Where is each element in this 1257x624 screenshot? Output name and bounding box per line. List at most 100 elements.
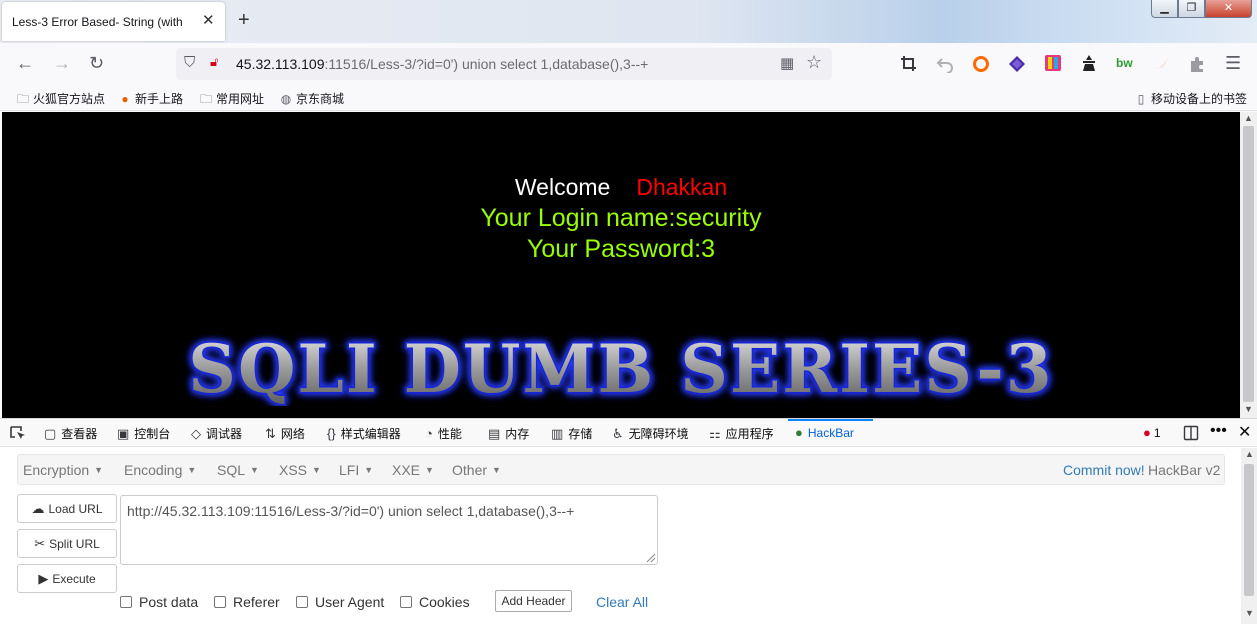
- welcome-line: Welcome Dhakkan: [2, 174, 1240, 201]
- sql-menu[interactable]: SQL ▼: [217, 462, 259, 478]
- bookmark-item[interactable]: ● 新手上路: [118, 90, 183, 107]
- back-icon[interactable]: ←: [16, 53, 34, 73]
- hackbar-scrollbar[interactable]: ▲ ▼: [1241, 448, 1257, 624]
- cookies-checkbox[interactable]: Cookies: [400, 594, 470, 610]
- scroll-up-arrow-icon[interactable]: ▲: [1245, 449, 1254, 459]
- url-bar[interactable]: ⛉ 🔓︎ 45.32.113.109:11516/Less-3/?id=0') …: [176, 48, 832, 80]
- tab-hackbar[interactable]: ● HackBar: [795, 425, 854, 440]
- caret-down-icon: ▼: [364, 465, 374, 475]
- url-textarea[interactable]: http://45.32.113.109:11516/Less-3/?id=0'…: [120, 495, 658, 565]
- scroll-up-arrow-icon[interactable]: ▲: [1244, 113, 1253, 123]
- referer-checkbox[interactable]: Referer: [214, 594, 280, 610]
- split-url-button[interactable]: ✂ Split URL: [17, 529, 117, 558]
- browser-tab[interactable]: Less-3 Error Based- String (with ✕: [2, 2, 225, 41]
- scroll-down-arrow-icon[interactable]: ▼: [1244, 404, 1253, 414]
- insecure-lock-icon[interactable]: 🔓︎: [210, 54, 218, 70]
- maximize-button[interactable]: ❐: [1178, 0, 1205, 18]
- bookmark-item[interactable]: 🗀︎ 火狐官方站点: [16, 90, 105, 111]
- devtools-tabbar: ▢ 查看器 ▣ 控制台 ◇ 调试器 ⇅ 网络 {} 样式编辑器 ◔ 性能 ▤ 内存 ▥ 存储 ♿…: [0, 419, 1257, 447]
- puzzle-extension-icon[interactable]: [1188, 55, 1206, 73]
- console-icon: ▣: [117, 426, 130, 441]
- folder-icon: 🗀︎: [199, 92, 212, 106]
- active-tab-indicator: [788, 419, 873, 421]
- user-agent-checkbox[interactable]: User Agent: [296, 594, 384, 610]
- bookmark-star-icon[interactable]: ☆: [806, 52, 822, 73]
- reload-icon[interactable]: ↻: [89, 53, 104, 73]
- other-menu[interactable]: Other ▼: [452, 462, 501, 478]
- encoding-menu[interactable]: Encoding ▼: [124, 462, 196, 478]
- debugger-icon: ◇: [191, 426, 201, 441]
- undo-icon[interactable]: [936, 55, 954, 73]
- tab-style-editor[interactable]: {} 样式编辑器: [327, 425, 401, 442]
- tab-debugger[interactable]: ◇ 调试器: [191, 425, 242, 442]
- commit-now-link[interactable]: Commit now!: [1063, 462, 1145, 478]
- banner-text: SQLI DUMB SERIES-3: [188, 334, 1053, 406]
- url-text[interactable]: 45.32.113.109:11516/Less-3/?id=0') union…: [236, 56, 648, 72]
- post-data-checkbox[interactable]: Post data: [120, 594, 198, 610]
- lfi-menu[interactable]: LFI ▼: [339, 462, 373, 478]
- style-editor-icon: {}: [327, 426, 336, 441]
- more-options-icon[interactable]: •••: [1210, 422, 1227, 440]
- diamond-extension-icon[interactable]: [1008, 55, 1026, 73]
- login-name-result: Your Login name:security: [480, 204, 762, 232]
- bw-extension-icon[interactable]: bw: [1116, 56, 1133, 70]
- bookmark-item[interactable]: ◍ 京东商城: [279, 90, 344, 107]
- execute-button[interactable]: ▶ Execute: [17, 564, 117, 593]
- application-icon: ⚏: [709, 426, 721, 441]
- forward-icon[interactable]: →: [53, 53, 71, 73]
- add-header-button[interactable]: Add Header: [495, 590, 572, 612]
- devtools-close-icon[interactable]: ✕: [1238, 422, 1251, 442]
- resize-grip-icon[interactable]: [644, 551, 656, 563]
- tab-close-icon[interactable]: ✕: [202, 11, 215, 29]
- tab-performance[interactable]: ◔ 性能: [425, 425, 462, 442]
- play-icon: ▶: [38, 571, 49, 586]
- load-url-button[interactable]: ☁ Load URL: [17, 494, 117, 523]
- circle-extension-icon[interactable]: [972, 55, 990, 73]
- tab-network[interactable]: ⇅ 网络: [265, 425, 305, 442]
- sqli-dumb-series-banner: SQLI DUMB SERIES-3: [187, 334, 1053, 406]
- cloud-download-icon: ☁: [31, 501, 45, 516]
- spy-extension-icon[interactable]: [1080, 54, 1098, 72]
- xss-menu[interactable]: XSS ▼: [279, 462, 321, 478]
- tab-storage[interactable]: ▥ 存储: [551, 425, 592, 442]
- tab-memory[interactable]: ▤ 内存: [488, 425, 529, 442]
- qr-code-icon[interactable]: ▦: [780, 54, 794, 72]
- clear-all-link[interactable]: Clear All: [596, 594, 648, 610]
- xxe-menu[interactable]: XXE ▼: [392, 462, 434, 478]
- devtools-panel: ▢ 查看器 ▣ 控制台 ◇ 调试器 ⇅ 网络 {} 样式编辑器 ◔ 性能 ▤ 内存 ▥ 存储 ♿…: [0, 418, 1257, 624]
- tracking-protection-shield-icon[interactable]: ⛉: [184, 54, 195, 71]
- scissors-icon: ✂: [34, 536, 46, 551]
- tab-title: Less-3 Error Based- String (with: [12, 15, 183, 29]
- minimize-button[interactable]: ▁: [1151, 0, 1178, 18]
- tab-console[interactable]: ▣ 控制台: [117, 425, 170, 442]
- bookmark-item[interactable]: 🗀︎ 常用网址: [199, 90, 264, 111]
- hackbar-version: HackBar v2: [1148, 462, 1221, 478]
- crop-icon[interactable]: [900, 55, 918, 73]
- error-icon: ●: [1143, 425, 1151, 440]
- scroll-down-arrow-icon[interactable]: ▼: [1245, 608, 1254, 618]
- network-icon: ⇅: [265, 426, 276, 441]
- firefox-icon: ●: [121, 92, 129, 106]
- page-scrollbar[interactable]: ▲ ▼: [1240, 112, 1257, 418]
- hackbar-icon: ●: [795, 425, 803, 440]
- element-picker-icon[interactable]: [9, 425, 27, 441]
- globe-icon: ◍: [280, 92, 292, 106]
- caret-down-icon: ▼: [312, 465, 321, 475]
- colored-extension-icon[interactable]: [1044, 54, 1062, 72]
- swoosh-extension-icon[interactable]: [1152, 55, 1170, 73]
- menu-icon[interactable]: ☰: [1225, 53, 1241, 73]
- password-result: Your Password:3: [526, 235, 716, 263]
- encryption-menu[interactable]: Encryption ▼: [23, 462, 103, 478]
- window-close-button[interactable]: ✕: [1205, 0, 1252, 18]
- accessibility-icon: ♿: [612, 426, 624, 441]
- scrollbar-thumb[interactable]: [1244, 464, 1254, 596]
- new-tab-button[interactable]: +: [238, 9, 250, 31]
- caret-down-icon: ▼: [94, 465, 104, 475]
- tab-accessibility[interactable]: ♿ 无障碍环境: [612, 425, 689, 442]
- error-count-badge[interactable]: ● 1: [1143, 425, 1161, 440]
- scrollbar-thumb[interactable]: [1243, 126, 1254, 402]
- tab-application[interactable]: ⚏ 应用程序: [709, 425, 774, 442]
- dock-toggle-icon[interactable]: [1183, 425, 1199, 441]
- tab-inspector[interactable]: ▢ 查看器: [44, 425, 97, 442]
- mobile-bookmarks[interactable]: ▯ 移动设备上的书签: [1134, 90, 1247, 107]
